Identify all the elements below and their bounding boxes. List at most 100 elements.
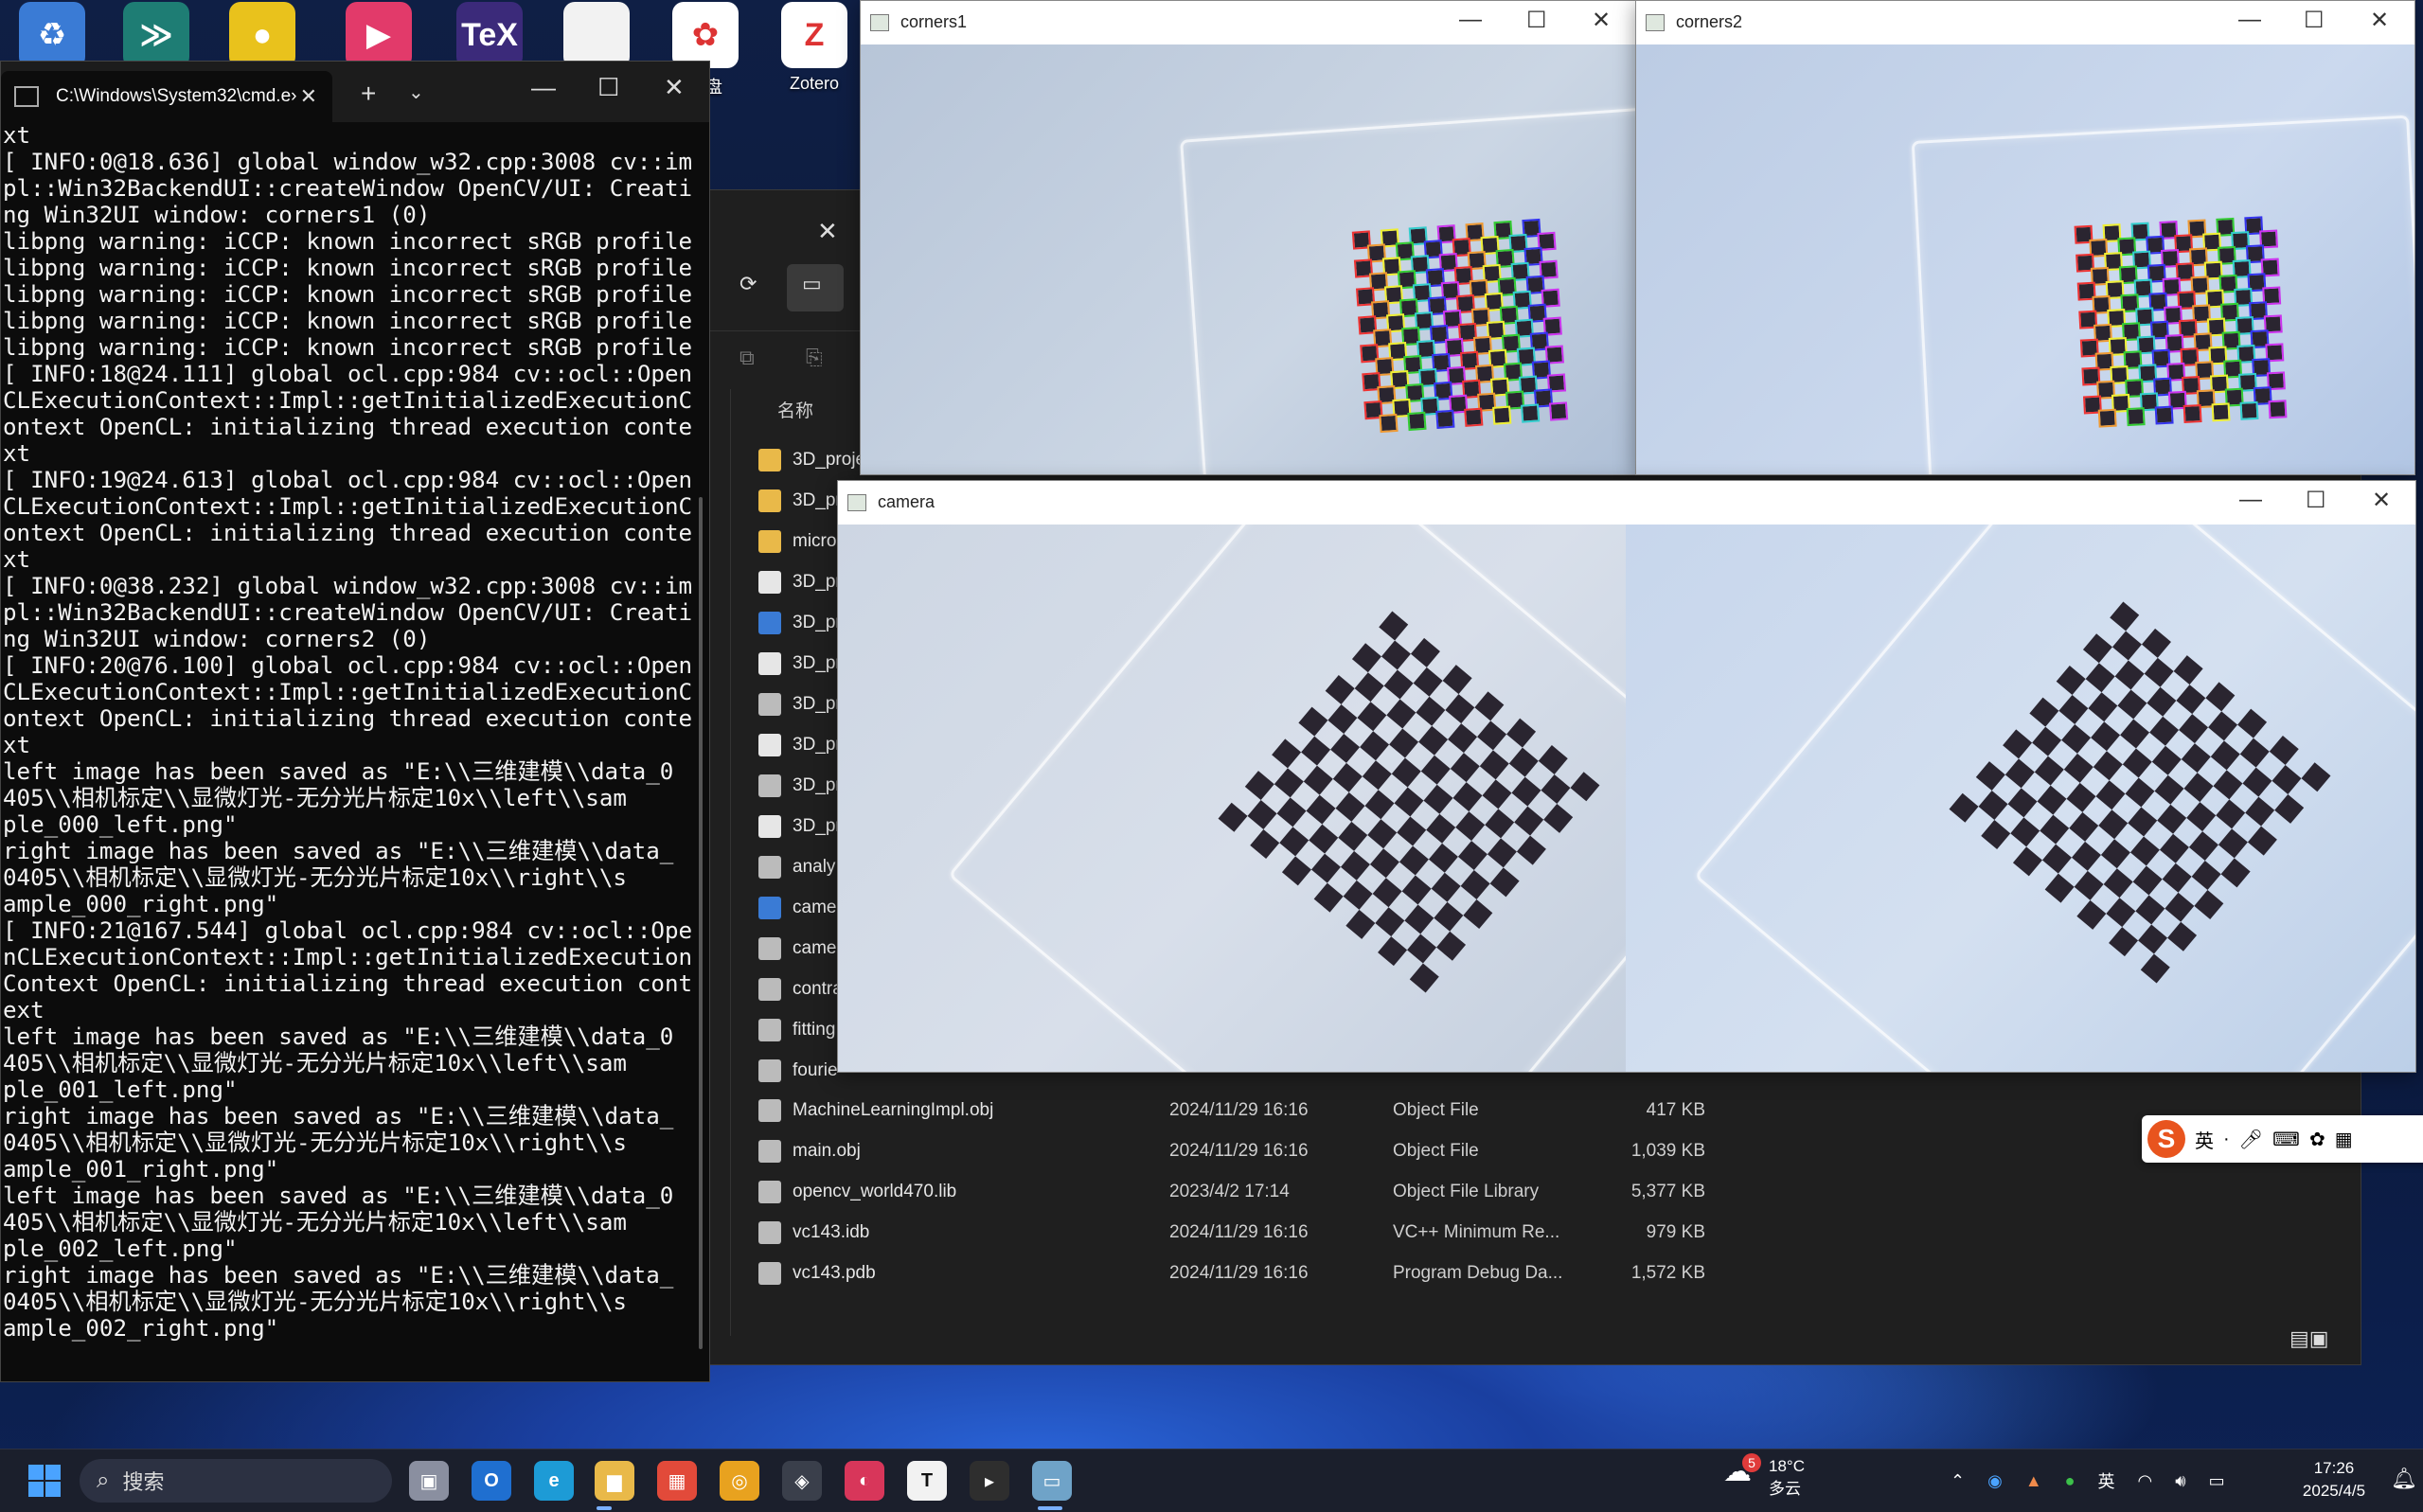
tray-app-icon[interactable]: ◉ xyxy=(1987,1471,2003,1491)
battery-icon[interactable]: ▭ xyxy=(2209,1471,2225,1491)
console-line: [ INFO:0@18.636] global window_w32.cpp:3… xyxy=(3,149,693,175)
console-line: CLExecutionContext::Impl::getInitialized… xyxy=(3,679,693,705)
cmd-tab-title: C:\Windows\System32\cmd.e› xyxy=(56,86,297,106)
weather-widget[interactable]: ☁ 5 18°C 多云 xyxy=(1723,1453,1805,1501)
maximize-button[interactable]: ☐ xyxy=(2304,7,2325,34)
clock-date: 2025/4/5 xyxy=(2302,1482,2366,1500)
copy-icon[interactable]: ⧉ xyxy=(739,346,755,370)
creative-cloud-icon[interactable]: ◐ xyxy=(845,1461,884,1501)
table-row[interactable]: vc143.pdb 2024/11/29 16:16 Program Debug D… xyxy=(758,1254,1705,1292)
file-explorer-icon[interactable]: ▆ xyxy=(595,1461,634,1501)
opencv-app-icon[interactable]: ▭ xyxy=(1032,1461,1072,1501)
console-line: ext xyxy=(3,997,45,1023)
table-row[interactable]: MachineLearningImpl.obj 2024/11/29 16:16 O… xyxy=(758,1092,1705,1130)
maximize-button[interactable]: ☐ xyxy=(2306,487,2326,514)
minimize-button[interactable]: — xyxy=(2238,7,2261,33)
console-line: ple_001_left.png" xyxy=(3,1076,238,1103)
task-view-icon[interactable]: ▣ xyxy=(409,1461,449,1501)
close-button[interactable]: ✕ xyxy=(2370,7,2389,34)
close-button[interactable]: ✕ xyxy=(664,73,685,102)
file-size: 5,377 KB xyxy=(1630,1182,1705,1201)
tiles-view-icon[interactable]: ▣ xyxy=(2309,1326,2329,1350)
refresh-icon[interactable]: ⟳ xyxy=(739,272,757,296)
close-button[interactable]: ✕ xyxy=(1592,7,1611,34)
edge-icon[interactable]: e xyxy=(534,1461,574,1501)
colored-corners-board xyxy=(1351,218,1569,434)
console-line: 405\\相机标定\\显微灯光-无分光片标定10x\\left\\sam xyxy=(3,785,627,811)
table-row[interactable]: main.obj 2024/11/29 16:16 Object File 1,039… xyxy=(758,1132,1705,1170)
skin-icon[interactable]: ✿ xyxy=(2309,1128,2325,1151)
console-scrollbar[interactable] xyxy=(699,497,703,1349)
minimize-button[interactable]: — xyxy=(1459,7,1482,33)
opencv-window-icon xyxy=(870,14,889,31)
view-toggle[interactable]: ▤▣ xyxy=(2289,1326,2337,1353)
clock-time: 17:26 xyxy=(2313,1459,2355,1477)
folder-icon xyxy=(758,530,781,553)
paste-icon[interactable]: ⎘ xyxy=(806,346,823,370)
ime-mode[interactable]: 英 xyxy=(2195,1126,2214,1153)
wechat-icon[interactable]: ● xyxy=(2065,1471,2076,1491)
console-line: ng Win32UI window: corners1 (0) xyxy=(3,202,431,228)
clock[interactable]: 17:26 2025/4/5 xyxy=(2282,1457,2386,1503)
explorer-close-button[interactable]: ✕ xyxy=(817,217,838,246)
start-button[interactable] xyxy=(25,1461,64,1501)
details-view-icon[interactable]: ▤ xyxy=(2289,1326,2309,1350)
corners2-title: corners2 xyxy=(1676,12,1743,31)
tray-cat-icon[interactable]: ▲ xyxy=(2025,1471,2042,1491)
table-row[interactable]: opencv_world470.lib 2023/4/2 17:14 Object … xyxy=(758,1173,1705,1211)
toolbox-icon[interactable]: ▦ xyxy=(2335,1128,2353,1151)
console-line: right image has been saved as "E:\\三维建模\… xyxy=(3,838,674,864)
console-line: pl::Win32BackendUI::createWindow OpenCV/… xyxy=(3,599,693,626)
typora-icon[interactable]: T xyxy=(907,1461,947,1501)
file-name: vc143.pdb xyxy=(793,1263,876,1283)
file-icon xyxy=(758,1221,781,1244)
punctuation-icon[interactable]: · xyxy=(2223,1129,2230,1150)
search-icon: ⌕ xyxy=(97,1468,110,1493)
taskbar: ⌕ 搜索 ▣ Oe ▆ ▦ ◎ ◈ ◐ T ▸ ▭ ☁ 5 18°C 多云 ⌃ ◉ ▲ ● 英 ◠… xyxy=(0,1449,2423,1512)
unity-icon[interactable]: ◈ xyxy=(782,1461,822,1501)
column-header-name[interactable]: 名称 xyxy=(777,397,813,422)
corners1-titlebar[interactable]: corners1 — ☐ ✕ xyxy=(861,1,1635,44)
corners2-titlebar[interactable]: corners2 — ☐ ✕ xyxy=(1636,1,2414,44)
taskbar-search[interactable]: ⌕ 搜索 xyxy=(80,1459,392,1503)
cmd-tab[interactable]: C:\Windows\System32\cmd.e› ✕ xyxy=(1,71,332,122)
close-button[interactable]: ✕ xyxy=(2372,487,2391,514)
minimize-button[interactable]: — xyxy=(531,73,556,102)
script-icon xyxy=(758,937,781,960)
notification-bell-icon[interactable]: 🔔︎ xyxy=(2391,1467,2417,1491)
ime-toolbar[interactable]: S 英 · 🎤︎ ⌨ ✿ ▦ xyxy=(2142,1115,2423,1163)
new-tab-button[interactable]: + xyxy=(361,79,376,109)
outlook-icon[interactable]: O xyxy=(472,1461,511,1501)
show-hidden-icons-icon[interactable]: ⌃ xyxy=(1951,1471,1965,1491)
keyboard-icon[interactable]: ⌨ xyxy=(2272,1128,2300,1151)
search-placeholder: 搜索 xyxy=(122,1470,165,1494)
camera-titlebar[interactable]: camera — ☐ ✕ xyxy=(838,481,2415,524)
store-icon[interactable]: ▦ xyxy=(657,1461,697,1501)
weather-badge: 5 xyxy=(1742,1453,1761,1472)
console-output[interactable]: xt[ INFO:0@18.636] global window_w32.cpp… xyxy=(1,122,709,1342)
tab-dropdown-button[interactable]: ⌄ xyxy=(408,80,424,104)
console-line: libpng warning: iCCP: known incorrect sR… xyxy=(3,334,693,361)
file-icon xyxy=(758,1181,781,1203)
maximize-button[interactable]: ☐ xyxy=(597,73,619,102)
minimize-button[interactable]: — xyxy=(2239,487,2262,513)
console-line: ample_001_right.png" xyxy=(3,1156,279,1183)
volume-icon[interactable]: 🔊︎ xyxy=(2175,1471,2185,1491)
weather-temp: 18°C xyxy=(1769,1457,1805,1475)
tab-close-icon[interactable]: ✕ xyxy=(300,84,317,109)
wifi-icon[interactable]: ◠ xyxy=(2138,1471,2153,1491)
chrome-icon[interactable]: ◎ xyxy=(720,1461,759,1501)
zotero-desktop-icon[interactable]: Z Zotero xyxy=(762,2,866,94)
terminal-icon[interactable]: ▸ xyxy=(970,1461,1009,1501)
system-tray: ⌃ ◉ ▲ ● 英 ◠ 🔊︎ ▭ xyxy=(1951,1450,2225,1512)
file-icon xyxy=(758,734,781,756)
file-size: 1,039 KB xyxy=(1630,1141,1705,1161)
microphone-icon[interactable]: 🎤︎ xyxy=(2239,1128,2263,1151)
table-row[interactable]: vc143.idb 2024/11/29 16:16 VC++ Minimum Re… xyxy=(758,1214,1705,1252)
file-date: 2023/4/2 17:14 xyxy=(1169,1182,1290,1201)
maximize-button[interactable]: ☐ xyxy=(1526,7,1547,34)
zotero-icon: Z xyxy=(781,2,847,68)
input-language[interactable]: 英 xyxy=(2098,1468,2115,1493)
terminal-icon xyxy=(14,86,39,107)
console-line: left image has been saved as "E:\\三维建模\\… xyxy=(3,1183,674,1209)
